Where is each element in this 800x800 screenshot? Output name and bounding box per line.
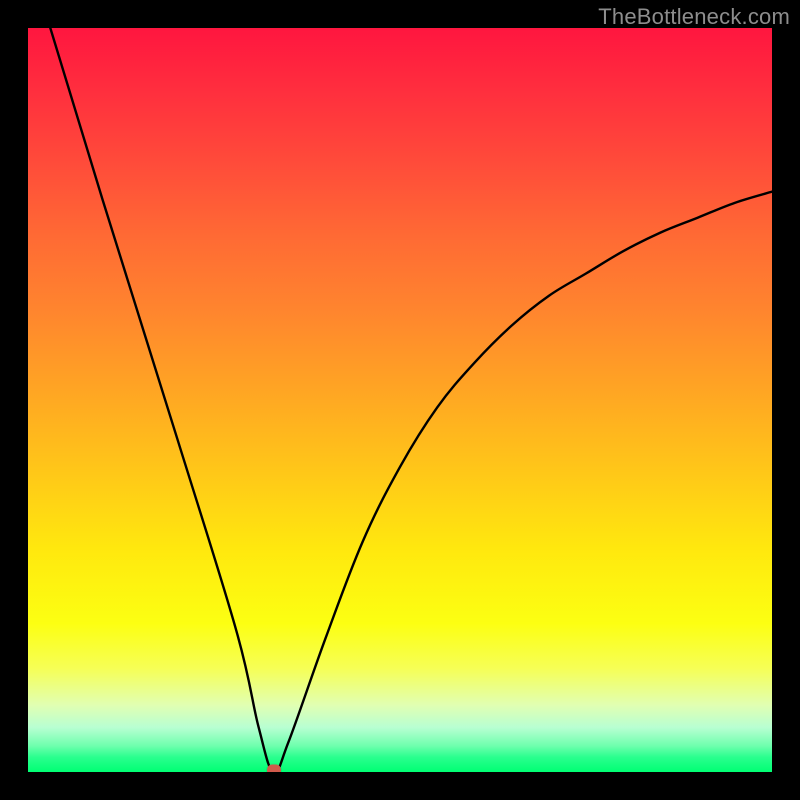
bottleneck-curve bbox=[28, 28, 772, 772]
optimal-marker bbox=[267, 765, 281, 773]
plot-area bbox=[28, 28, 772, 772]
watermark-text: TheBottleneck.com bbox=[598, 4, 790, 30]
chart-frame: TheBottleneck.com bbox=[0, 0, 800, 800]
